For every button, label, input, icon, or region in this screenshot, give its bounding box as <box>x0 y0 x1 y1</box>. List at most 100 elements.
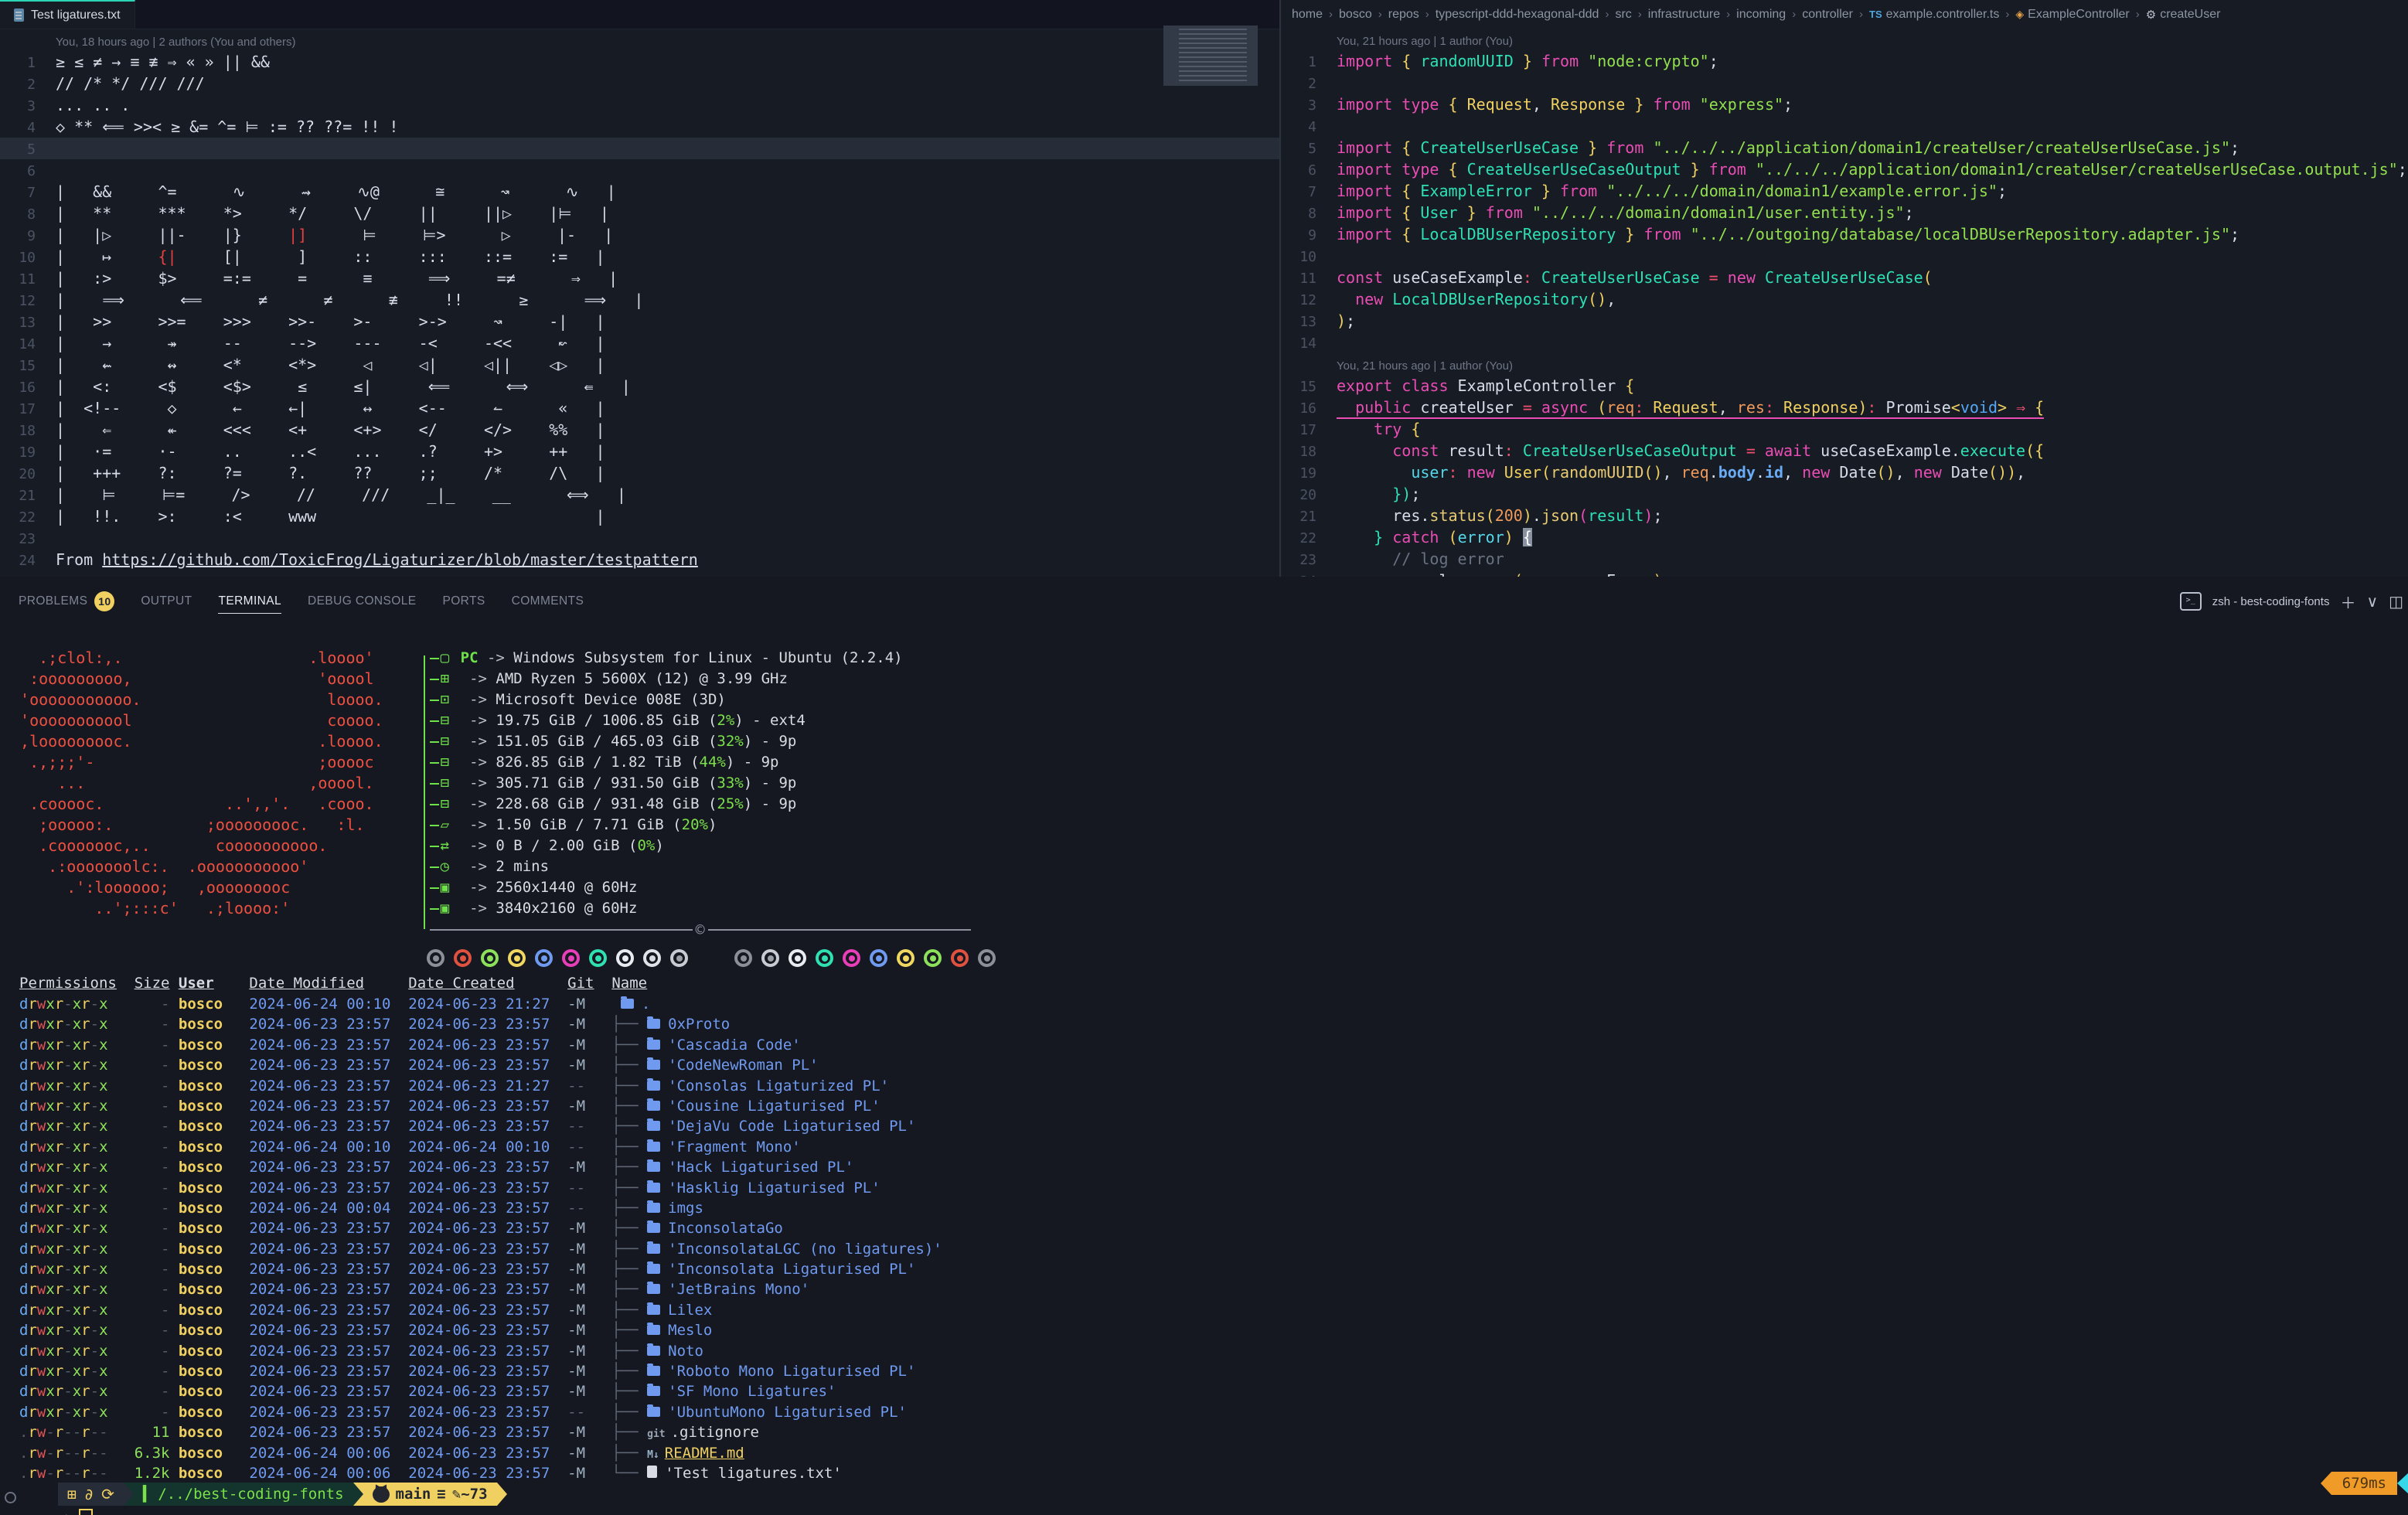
code-token: /* <box>465 464 530 482</box>
panel-tab-ports[interactable]: PORTS <box>442 590 485 613</box>
file-size: - <box>117 1076 170 1096</box>
breadcrumb-item-controller[interactable]: controller <box>1802 8 1853 22</box>
permissions: drwxr-xr-x <box>19 1259 117 1279</box>
code-token: . <box>1756 463 1765 482</box>
breadcrumb-item-bosco[interactable]: bosco <box>1339 8 1372 22</box>
code-token: json <box>1541 506 1579 525</box>
minimap[interactable] <box>1163 26 1258 86</box>
breadcrumb-item-infrastructure[interactable]: infrastructure <box>1648 8 1720 22</box>
code-line: 5import { CreateUserUseCase } from "../.… <box>1281 137 2408 158</box>
file-size: 11 <box>117 1422 170 1442</box>
code-token: >: <box>139 507 204 526</box>
code-line: 17 try { <box>1281 418 2408 440</box>
text-editor-right[interactable]: You, 21 hours ago | 1 author (You)1impor… <box>1281 29 2408 577</box>
code-text: | +++ ?: ?= ?. ?? ;; /* /\ | <box>56 464 605 482</box>
terminal-panel[interactable]: .;clol:,. .loooo' :ooooooooo, 'ooool 'oo… <box>0 626 2408 1515</box>
prompt-path: /../best-coding-fonts <box>158 1486 343 1503</box>
code-token: ⟺ <box>479 377 557 396</box>
new-terminal-button[interactable]: ＋ <box>2340 591 2355 613</box>
breadcrumb-item-examplecontroller[interactable]: ◈ExampleController <box>2015 8 2129 22</box>
code-token: | <box>595 399 605 417</box>
split-terminal-button[interactable]: ◫ <box>2389 592 2403 611</box>
git-codelens[interactable]: You, 21 hours ago | 1 author (You) <box>1337 356 1513 377</box>
code-token: ↔ <box>335 399 400 417</box>
panel-tab-problems[interactable]: PROBLEMS10 <box>19 590 114 613</box>
panel-tab-terminal[interactable]: TERMINAL <box>218 590 281 614</box>
code-token: ◁|| <box>465 356 530 374</box>
command-decoration-dot[interactable] <box>5 1492 16 1503</box>
file-row: drwxr-xr-x-bosco2024-06-23 23:572024-06-… <box>19 1300 942 1320</box>
vscode-window: Test ligatures.txt You, 18 hours ago | 2… <box>0 0 2408 1515</box>
file-owner: bosco <box>169 1300 240 1320</box>
tab-test-ligatures[interactable]: Test ligatures.txt <box>0 0 135 29</box>
breadcrumb: home›bosco›repos›typescript-ddd-hexagona… <box>1281 0 2408 29</box>
code-token: { <box>1402 182 1420 200</box>
code-token: ?= <box>205 464 270 482</box>
permissions: drwxr-xr-x <box>19 1402 117 1422</box>
date-created: 2024-06-23 21:27 <box>408 994 558 1014</box>
code-text: new LocalDBUserRepository(), <box>1337 290 1616 308</box>
breadcrumb-item-example-controller-ts[interactable]: TSexample.controller.ts <box>1869 8 1999 22</box>
breadcrumb-item-src[interactable]: src <box>1615 8 1631 22</box>
git-codelens[interactable]: You, 21 hours ago | 1 author (You) <box>1337 31 1513 53</box>
code-text: | ** *** *> */ \/ || ||▷ |⊨ | <box>56 204 609 223</box>
code-token: |} <box>205 226 270 244</box>
file-name: 'UbuntuMono Ligaturised PL' <box>668 1404 907 1421</box>
code-line: 7import { ExampleError } from "../../../… <box>1281 180 2408 202</box>
terminal-session-label[interactable]: zsh - best-coding-fonts <box>2212 595 2330 608</box>
code-token: { <box>1402 138 1420 157</box>
permissions: drwxr-xr-x <box>19 1014 117 1034</box>
code-token <box>1579 52 1588 70</box>
fastfetch-value: AMD Ryzen 5 5600X (12) @ 3.99 GHz <box>496 669 788 689</box>
breadcrumb-item-createuser[interactable]: ⚙createUser <box>2146 8 2221 22</box>
code-token: from <box>1551 182 1597 200</box>
code-token: ⊨= <box>144 485 213 504</box>
code-token: error <box>1523 571 1569 577</box>
panel-tab-debug-console[interactable]: DEBUG CONSOLE <box>308 590 416 613</box>
text-editor-left[interactable]: You, 18 hours ago | 2 authors (You and o… <box>0 29 1279 570</box>
palette-dot <box>460 955 466 962</box>
code-token: || <box>400 204 465 223</box>
fastfetch-value: ) - ext4 <box>734 710 806 731</box>
palette-dot <box>622 955 628 962</box>
permissions: .rw-r--r-- <box>19 1443 117 1463</box>
git-codelens[interactable]: You, 18 hours ago | 2 authors (You and o… <box>56 32 296 53</box>
panel-tab-comments[interactable]: COMMENTS <box>512 590 584 613</box>
git-status: -M <box>559 994 612 1014</box>
tree-connector: ├── <box>611 1078 647 1095</box>
permissions: drwxr-xr-x <box>19 1320 117 1340</box>
code-line: 4 <box>1281 115 2408 137</box>
code-token: | <box>595 442 605 461</box>
line-number: 6 <box>0 161 36 182</box>
breadcrumb-item-home[interactable]: home <box>1292 8 1323 22</box>
code-token: </ <box>400 420 465 439</box>
code-token: ▷ <box>474 226 539 244</box>
file-name: 'Roboto Mono Ligaturised PL' <box>668 1363 915 1380</box>
fastfetch-value: 25% <box>717 794 743 815</box>
prompt-input-line[interactable]: ⚡ <box>58 1509 93 1515</box>
code-token: !! <box>426 291 491 309</box>
file-owner: bosco <box>169 1116 240 1136</box>
breadcrumb-item-repos[interactable]: repos <box>1388 8 1419 22</box>
permissions: .rw-r--r-- <box>19 1463 117 1483</box>
code-token: await <box>1756 441 1811 460</box>
code-text: user: new User(randomUUID(), req.body.id… <box>1337 463 2025 482</box>
breadcrumb-item-incoming[interactable]: incoming <box>1736 8 1786 22</box>
code-token: body <box>1718 463 1756 482</box>
file-size: - <box>117 1096 170 1116</box>
code-token: ... .. . <box>56 96 130 114</box>
permissions: drwxr-xr-x <box>19 1341 117 1361</box>
editor-pane-right[interactable]: home›bosco›repos›typescript-ddd-hexagona… <box>1281 0 2408 577</box>
chevron-down-icon[interactable]: ∨ <box>2366 592 2378 611</box>
editor-pane-left[interactable]: Test ligatures.txt You, 18 hours ago | 2… <box>0 0 1281 577</box>
shell-prompt: ⊞∂⟳ ▍ /../best-coding-fonts main ≡ ✎~73 <box>58 1483 507 1506</box>
tree-tick <box>430 887 439 889</box>
git-status: -M <box>559 1422 612 1442</box>
panel-tab-output[interactable]: OUTPUT <box>141 590 192 613</box>
tree-connector: ├── <box>611 1281 647 1298</box>
code-line: 14 <box>1281 332 2408 353</box>
line-number: 11 <box>0 269 36 291</box>
breadcrumb-item-typescript-ddd-hexagonal-ddd[interactable]: typescript-ddd-hexagonal-ddd <box>1436 8 1599 22</box>
code-token: ( <box>1486 506 1495 525</box>
code-line: 4◇ ** ⟸ >>< ≥ &= ^= ⊨ := ?? ??= !! ! <box>0 116 1279 138</box>
